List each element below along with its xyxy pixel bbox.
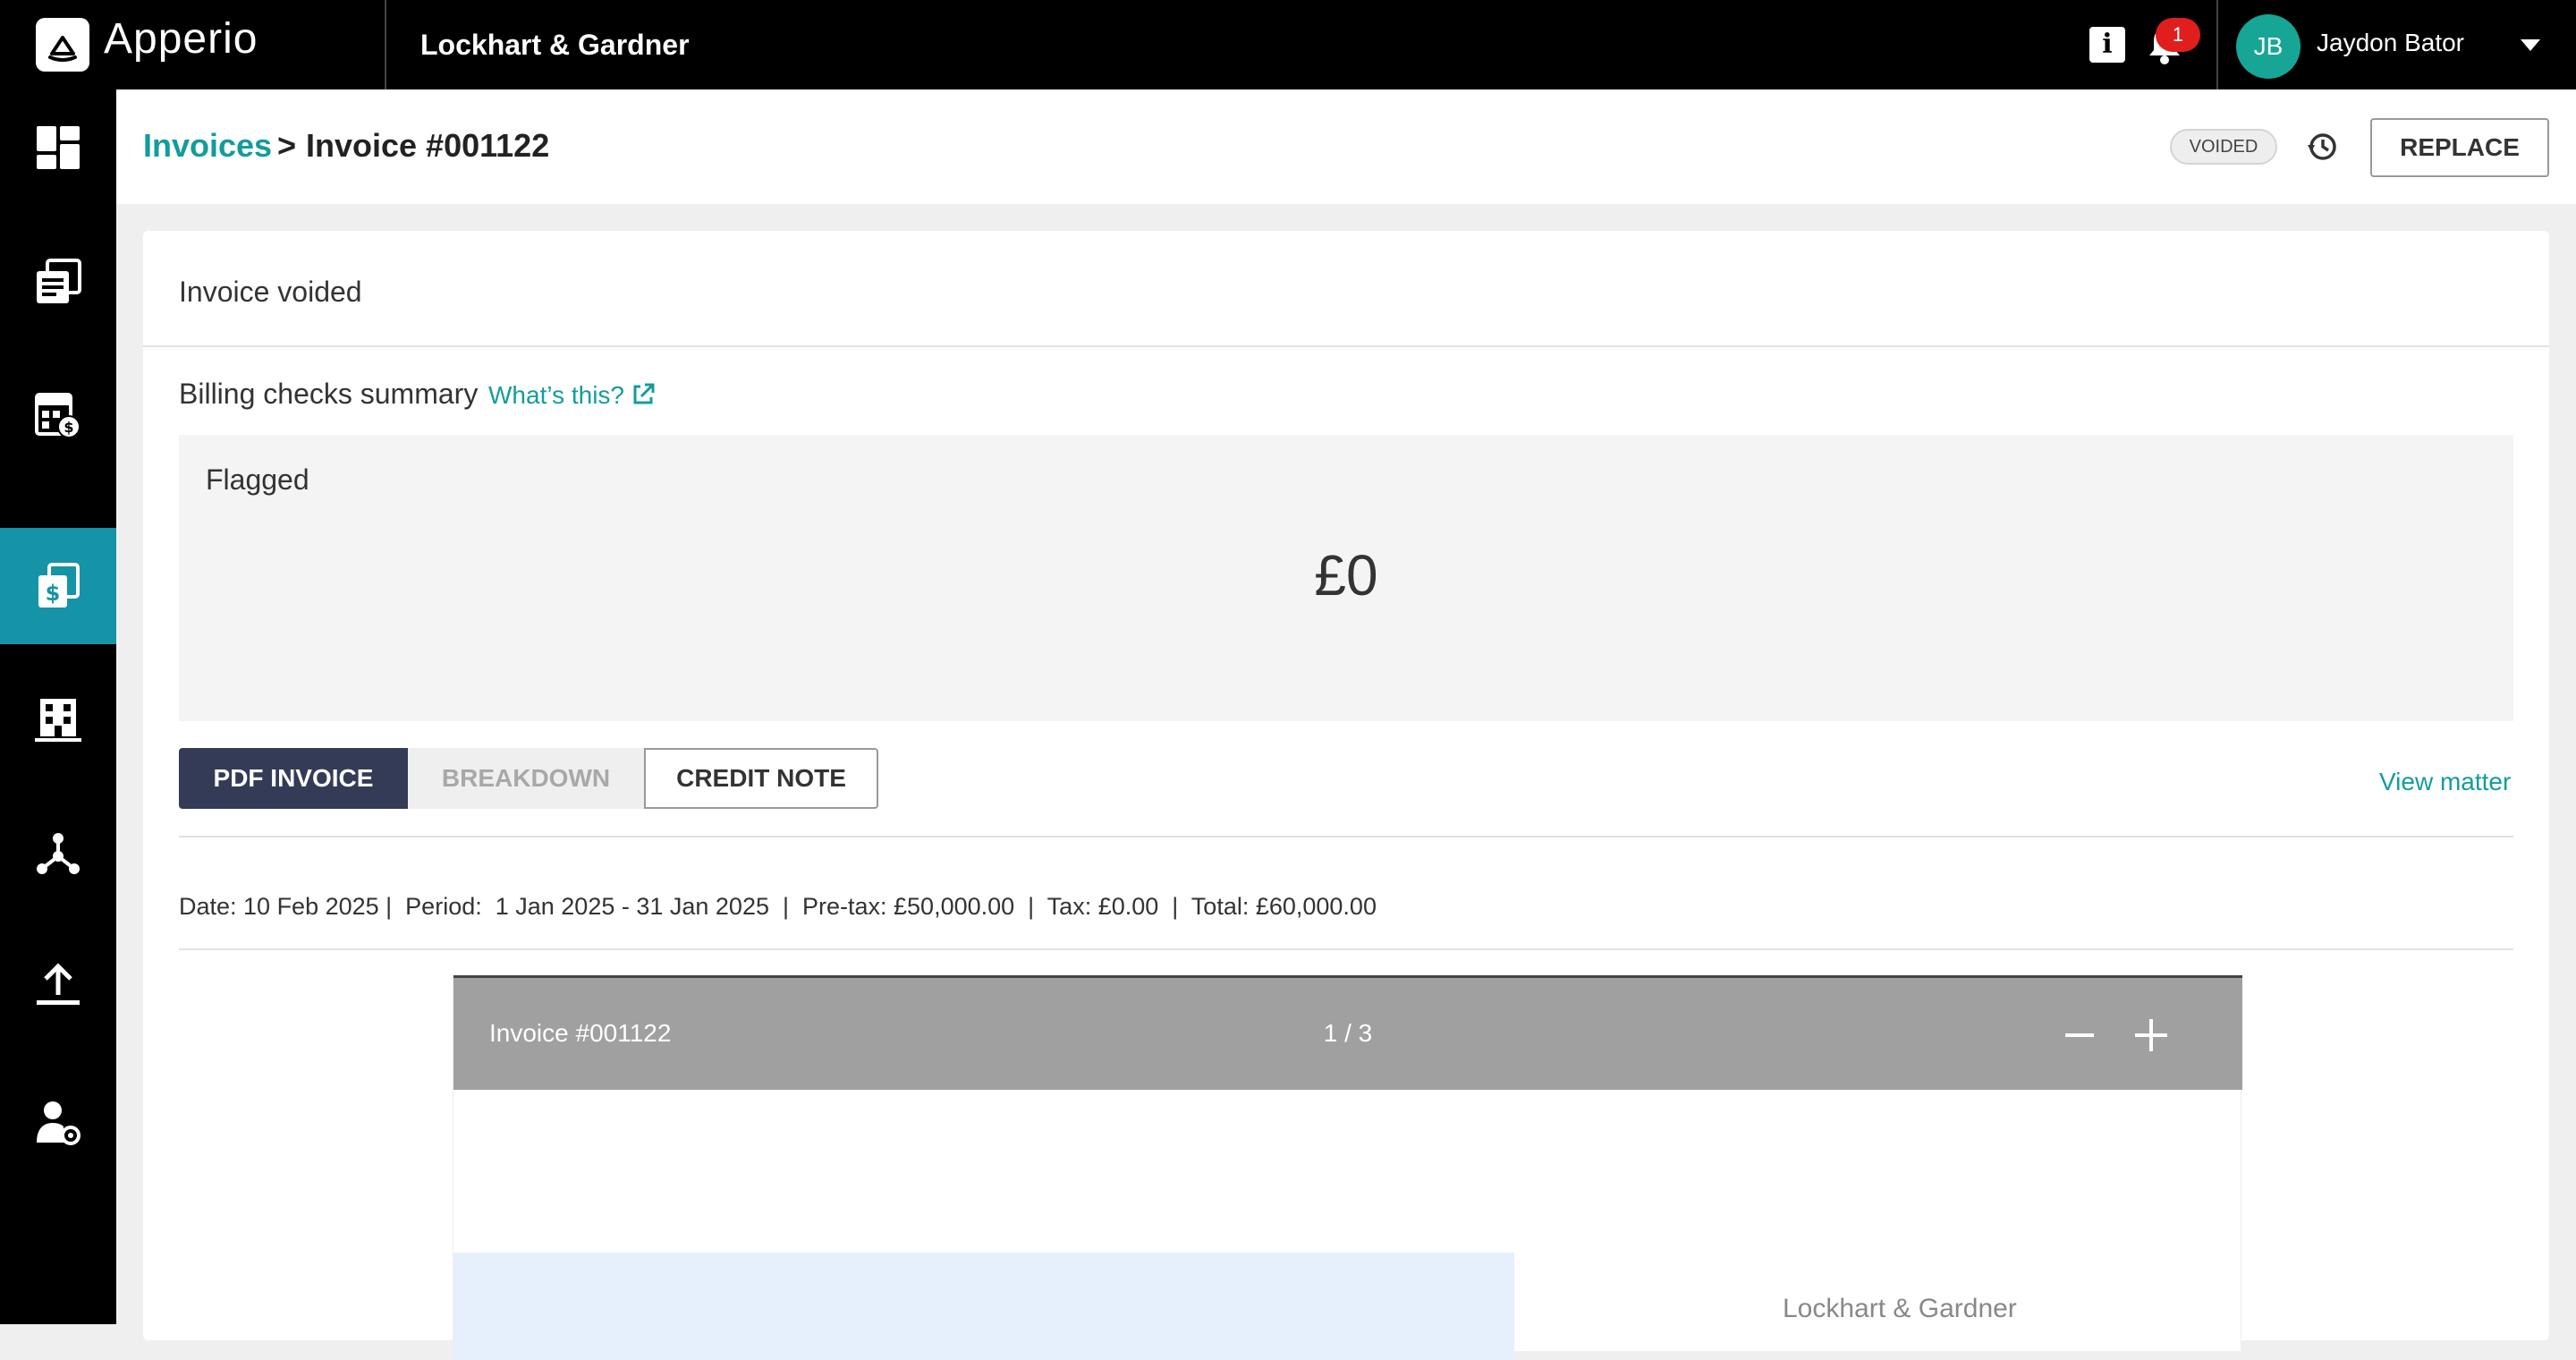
zoom-out-icon[interactable]: [2065, 1033, 2094, 1037]
apperio-logo-icon[interactable]: [36, 18, 89, 72]
external-link-icon[interactable]: [630, 381, 657, 408]
top-bar: Apperio Lockhart & Gardner i 1 JB Jaydon…: [0, 0, 2576, 89]
tab-pdf-invoice[interactable]: PDF INVOICE: [179, 748, 408, 809]
breadcrumb-separator: >: [277, 127, 297, 164]
dashboard-icon: [37, 126, 80, 169]
tab-credit-note[interactable]: CREDIT NOTE: [644, 748, 878, 809]
chevron-down-icon[interactable]: [2521, 39, 2540, 51]
whats-this-link[interactable]: What’s this?: [488, 381, 624, 410]
invoices-icon: $: [38, 563, 80, 608]
page-title: Invoice #001122: [306, 127, 550, 164]
sidebar-item-documents[interactable]: [0, 224, 116, 340]
breadcrumb-invoices-link[interactable]: Invoices: [143, 127, 272, 165]
sidebar-item-upload[interactable]: [0, 926, 116, 1042]
zoom-in-icon[interactable]: [2135, 1019, 2167, 1051]
user-name[interactable]: Jaydon Bator: [2317, 29, 2464, 57]
status-badge: VOIDED: [2170, 129, 2277, 165]
invoice-summary: Date: 10 Feb 2025 | Period: 1 Jan 2025 -…: [179, 893, 1377, 920]
user-divider: [2216, 0, 2218, 89]
divider: [143, 345, 2549, 347]
upload-icon: [37, 963, 80, 1005]
invoice-status-title: Invoice voided: [179, 276, 362, 308]
page-header: Invoices > Invoice #001122 VOIDED REPLAC…: [116, 89, 2576, 204]
sidebar: $ $: [0, 89, 116, 1324]
notification-badge: 1: [2156, 18, 2200, 52]
divider: [179, 836, 2513, 837]
billing-calculator-icon: $: [35, 393, 80, 438]
sidebar-item-invoices[interactable]: $: [0, 528, 116, 644]
building-icon: [35, 699, 81, 742]
svg-text:$: $: [64, 419, 73, 436]
network-icon: [37, 833, 80, 874]
sidebar-item-dashboard[interactable]: [0, 89, 116, 206]
firm-name: Lockhart & Gardner: [420, 29, 690, 61]
billing-checks-title: Billing checks summary: [179, 378, 479, 410]
flagged-value: £0: [1314, 543, 1378, 608]
tab-breakdown[interactable]: BREAKDOWN: [408, 748, 644, 809]
pdf-toolbar: Invoice #001122 1 / 3: [453, 975, 2242, 1090]
sidebar-item-user-settings[interactable]: [0, 1065, 116, 1181]
pdf-firm-name: Lockhart & Gardner: [1783, 1294, 2017, 1323]
svg-text:$: $: [46, 581, 61, 606]
divider: [179, 948, 2513, 950]
pdf-viewer: Invoice #001122 1 / 3 Lockhart & Gardner: [453, 975, 2242, 1360]
info-icon[interactable]: i: [2089, 27, 2125, 63]
documents-icon: [37, 259, 81, 303]
flagged-label: Flagged: [206, 463, 309, 496]
invoice-card: Invoice voided Billing checks summary Wh…: [143, 231, 2549, 1360]
history-icon[interactable]: [2304, 129, 2340, 165]
sidebar-item-network[interactable]: [0, 796, 116, 913]
flagged-summary: Flagged £0: [179, 435, 2513, 721]
replace-button[interactable]: REPLACE: [2370, 118, 2549, 177]
view-matter-link[interactable]: View matter: [2379, 768, 2511, 796]
topbar-divider: [385, 0, 386, 89]
user-settings-icon: [37, 1101, 80, 1145]
pdf-page-indicator: 1 / 3: [1323, 1019, 1373, 1047]
pdf-content-block: [453, 1253, 1514, 1360]
avatar[interactable]: JB: [2236, 14, 2301, 79]
sidebar-item-billing[interactable]: $: [0, 358, 116, 474]
sidebar-item-firms[interactable]: [0, 662, 116, 778]
app-name: Apperio: [104, 15, 258, 63]
